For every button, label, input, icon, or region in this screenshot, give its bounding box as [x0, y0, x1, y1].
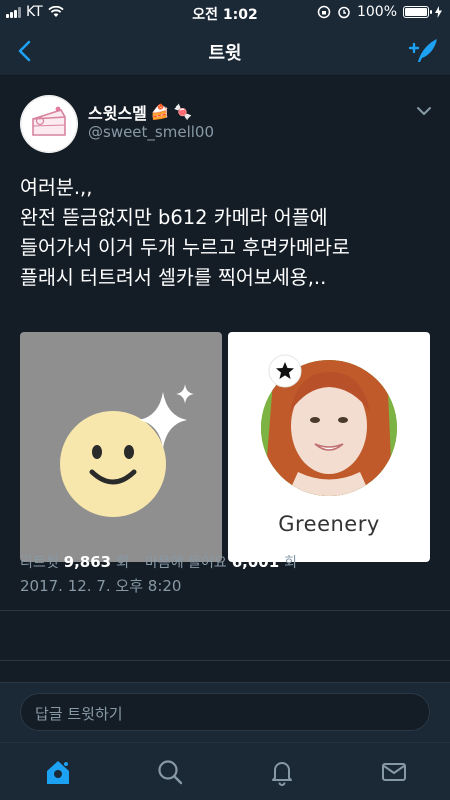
page-title: 트윗	[208, 43, 242, 64]
retweets-unit: 회	[116, 555, 129, 571]
compose-tweet-icon[interactable]	[406, 34, 440, 68]
tweet-text: 여러분.,, 완전 뜯금없지만 b612 카메라 어플에 들어가서 이거 두개 …	[20, 173, 440, 293]
messages-icon[interactable]	[379, 757, 409, 787]
tweet-text-line: 완전 뜯금없지만 b612 카메라 어플에	[20, 206, 328, 229]
chevron-down-icon[interactable]	[412, 99, 436, 123]
display-name-row[interactable]: 스윗스멜 🍰 🍬	[88, 100, 192, 124]
battery-icon	[403, 6, 432, 18]
divider	[0, 660, 450, 661]
alarm-icon	[338, 6, 350, 19]
username[interactable]: @sweet_smell00	[88, 123, 214, 141]
battery-percent: 100%	[356, 4, 397, 20]
status-right: 100%	[317, 4, 442, 20]
tweet-text-line: 들어가서 이거 두개 누르고 후면카메라로	[20, 236, 350, 259]
greenery-filter-portrait	[261, 360, 397, 496]
reply-bar: 답글 트윗하기	[0, 682, 450, 742]
likes-count[interactable]: 6,001	[232, 553, 279, 571]
tweet-text-line: 플래시 터트려서 셀카를 찍어보세용,..	[20, 266, 327, 289]
reply-input[interactable]: 답글 트윗하기	[20, 693, 430, 731]
likes-label[interactable]: 마음에 들어요	[145, 552, 227, 572]
media-image-greenery[interactable]: Greenery	[228, 332, 430, 562]
tweet-stats: 리트윗 9,863 회 마음에 들어요 6,001 회	[20, 552, 297, 572]
search-icon[interactable]	[155, 757, 185, 787]
cake-logo-icon	[20, 95, 78, 153]
star-badge-icon	[268, 354, 302, 388]
smiley-sparkle-icon	[60, 384, 194, 517]
status-bar: KT 오전 1:02 100%	[0, 0, 450, 26]
retweets-label[interactable]: 리트윗	[20, 552, 59, 572]
tweet-timestamp: 2017. 12. 7. 오후 8:20	[20, 577, 182, 595]
retweets-count[interactable]: 9,863	[64, 553, 111, 571]
home-icon[interactable]	[43, 757, 73, 787]
avatar[interactable]	[20, 95, 78, 153]
divider	[0, 610, 450, 611]
tab-bar	[0, 742, 450, 800]
cake-emoji-icon: 🍰	[150, 103, 170, 121]
tweet-text-line: 여러분.,,	[20, 176, 93, 199]
filter-name-label: Greenery	[278, 512, 380, 536]
rotation-lock-icon	[317, 5, 331, 19]
display-name: 스윗스멜	[88, 104, 147, 123]
nav-bar: 트윗	[0, 26, 450, 76]
likes-unit: 회	[284, 555, 298, 571]
media-image-smiley[interactable]	[20, 332, 222, 562]
candy-emoji-icon: 🍬	[173, 103, 193, 121]
charging-icon	[435, 6, 442, 18]
notifications-icon[interactable]	[267, 757, 297, 787]
